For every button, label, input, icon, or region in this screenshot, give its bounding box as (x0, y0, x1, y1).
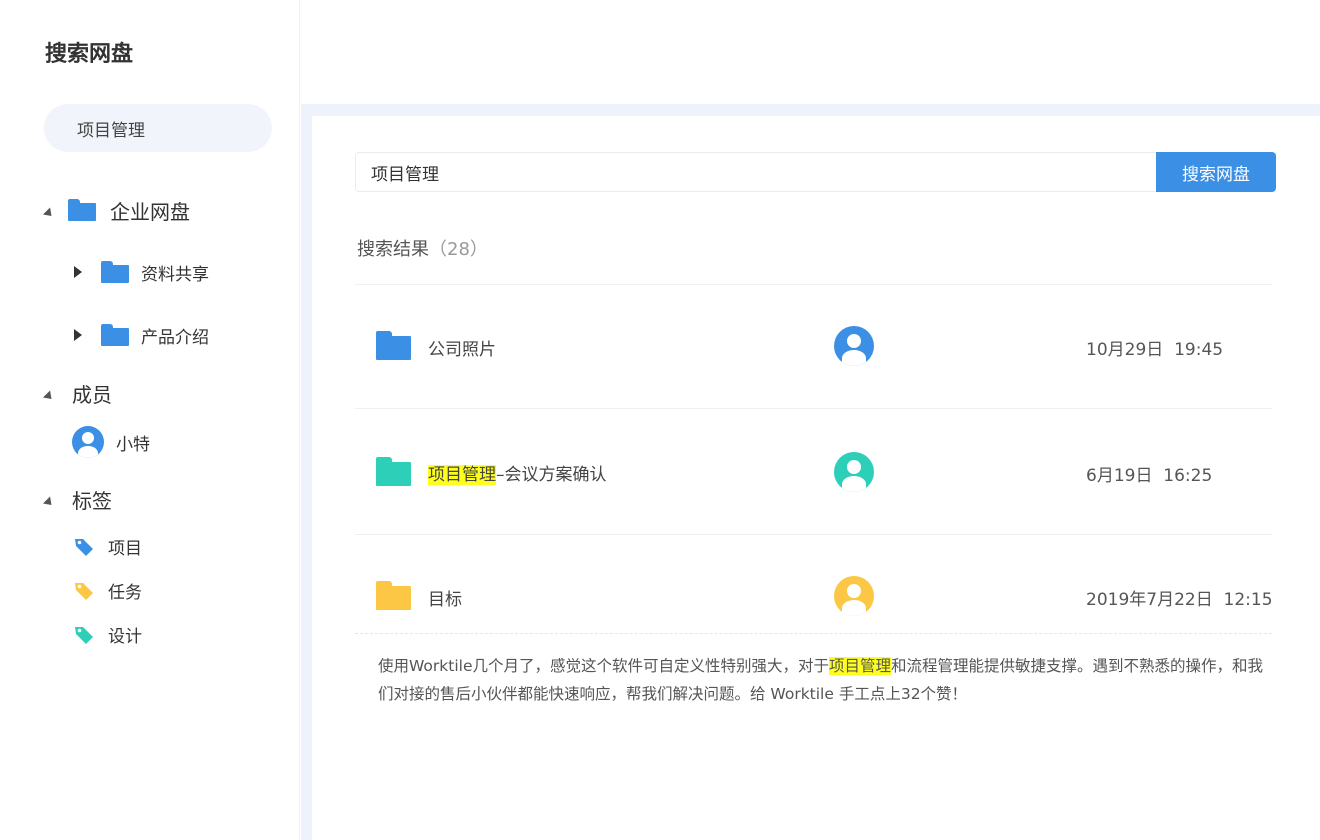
tag-label: 任务 (108, 582, 142, 603)
tree-item-label: 资料共享 (141, 264, 209, 285)
result-date: 10月29日 19:45 (1086, 335, 1223, 360)
tag-label: 设计 (108, 626, 142, 647)
section-tags[interactable]: 标签 (42, 485, 112, 513)
folder-icon (101, 324, 129, 346)
results-heading: 搜索结果（28） (357, 235, 488, 261)
caret-down-icon[interactable] (42, 206, 56, 220)
result-name-text: 目标 (428, 590, 462, 610)
time-text: 12:15 (1223, 590, 1273, 610)
tag-item-project[interactable]: 项目 (74, 534, 142, 559)
section-label: 成员 (72, 382, 112, 407)
tag-icon (74, 581, 93, 600)
folder-icon (101, 261, 129, 283)
caret-down-icon[interactable] (42, 495, 56, 509)
tree-item-data-sharing[interactable]: 资料共享 (74, 259, 209, 285)
divider (355, 408, 1272, 409)
section-label: 标签 (72, 488, 112, 513)
avatar (834, 326, 874, 366)
tag-icon (74, 537, 93, 556)
time-text: 19:45 (1174, 340, 1224, 360)
section-members[interactable]: 成员 (42, 379, 112, 407)
search-input[interactable]: 项目管理 (355, 152, 1157, 192)
tag-item-design[interactable]: 设计 (74, 622, 142, 647)
tree-item-product-intro[interactable]: 产品介绍 (74, 322, 209, 348)
results-title: 搜索结果 (357, 239, 429, 260)
result-date: 2019年7月22日 12:15 (1086, 585, 1273, 610)
search-highlight: 项目管理 (828, 657, 891, 675)
tag-item-task[interactable]: 任务 (74, 578, 142, 603)
divider (355, 633, 1272, 634)
tree-item-label: 产品介绍 (141, 327, 209, 348)
avatar (834, 452, 874, 492)
folder-icon (376, 581, 411, 610)
tag-icon (74, 625, 93, 644)
avatar (72, 426, 104, 458)
result-name[interactable]: 项目管理–会议方案确认 (428, 460, 607, 485)
result-name-text: –会议方案确认 (496, 465, 607, 485)
divider (301, 104, 312, 840)
caret-right-icon[interactable] (74, 329, 82, 341)
member-name: 小特 (116, 434, 150, 455)
tree-item-label: 企业网盘 (110, 199, 190, 224)
result-name-text: 公司照片 (428, 340, 496, 360)
result-date: 6月19日 16:25 (1086, 461, 1212, 486)
date-text: 10月29日 (1086, 340, 1164, 360)
caret-right-icon[interactable] (74, 266, 82, 278)
divider (355, 284, 1272, 285)
sidebar: 搜索网盘 项目管理 企业网盘 资料共享 产品介绍 成员 小特 标签 项目 任务 … (0, 0, 300, 840)
result-name[interactable]: 公司照片 (428, 335, 496, 360)
date-text: 6月19日 (1086, 466, 1153, 486)
tag-label: 项目 (108, 538, 142, 559)
result-name[interactable]: 目标 (428, 585, 462, 610)
search-highlight: 项目管理 (428, 465, 496, 485)
divider (301, 104, 1320, 116)
divider (355, 534, 1272, 535)
sidebar-search-input[interactable]: 项目管理 (44, 104, 272, 152)
sidebar-title: 搜索网盘 (45, 42, 134, 67)
folder-icon (376, 331, 411, 360)
avatar (834, 576, 874, 616)
tree-item-enterprise-drive[interactable]: 企业网盘 (42, 196, 190, 224)
search-button[interactable]: 搜索网盘 (1156, 152, 1276, 192)
top-bar (301, 0, 1320, 104)
member-item[interactable]: 小特 (72, 426, 150, 458)
comment-text: 使用Worktile几个月了，感觉这个软件可自定义性特别强大，对于 (378, 657, 829, 675)
result-comment-snippet: 使用Worktile几个月了，感觉这个软件可自定义性特别强大，对于项目管理和流程… (378, 652, 1268, 708)
caret-down-icon[interactable] (42, 389, 56, 403)
folder-icon (68, 199, 96, 221)
results-count: （28） (429, 239, 488, 260)
date-text: 2019年7月22日 (1086, 590, 1213, 610)
folder-icon (376, 457, 411, 486)
time-text: 16:25 (1163, 466, 1213, 486)
